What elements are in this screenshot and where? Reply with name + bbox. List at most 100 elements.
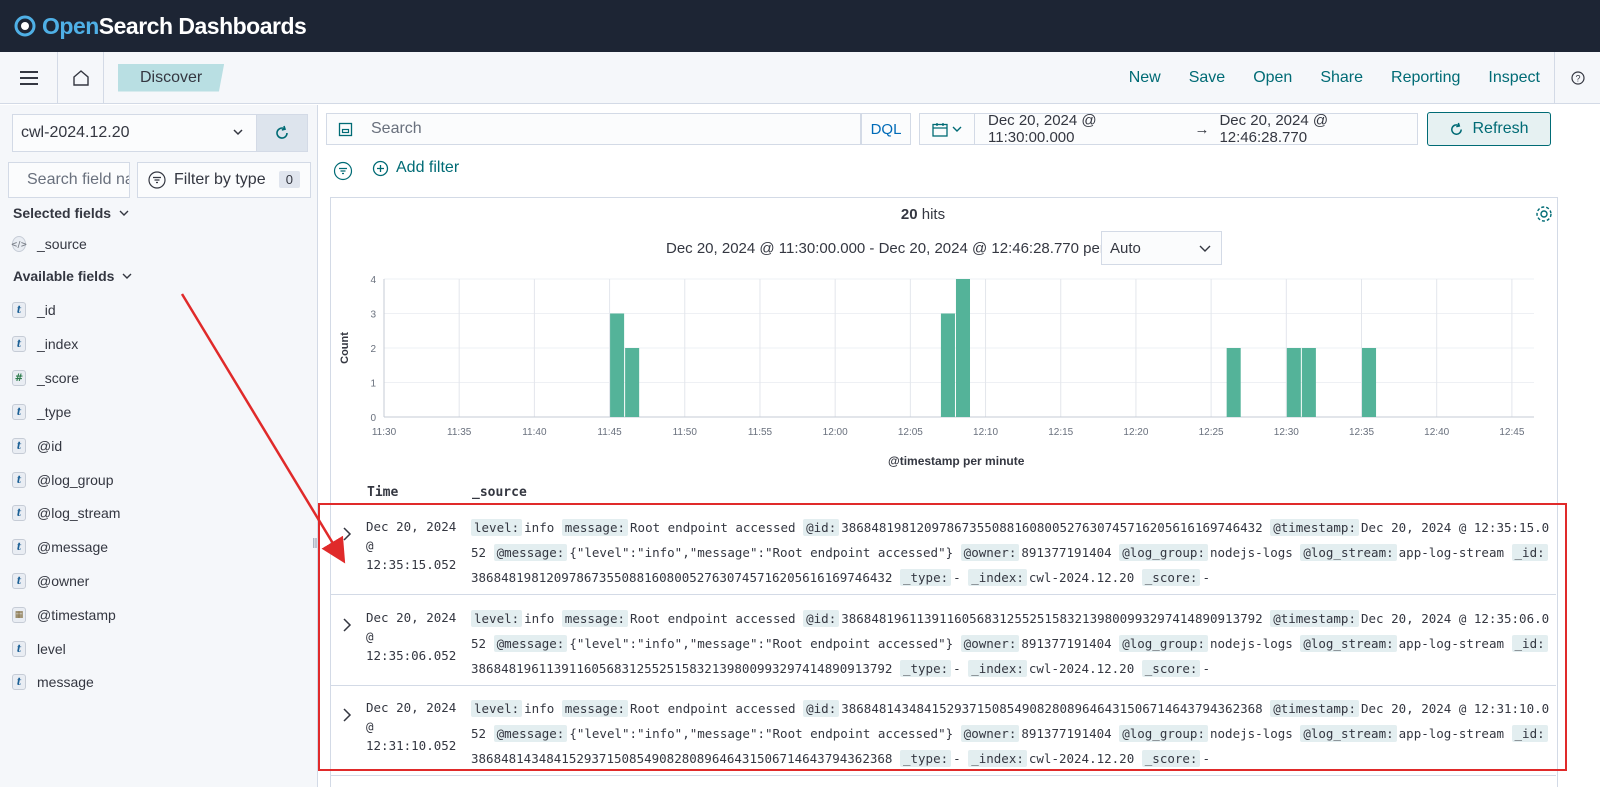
calendar-icon: ▦ (12, 607, 26, 623)
share-link[interactable]: Share (1320, 69, 1363, 87)
logo-prefix: Open (42, 12, 99, 39)
start-date[interactable]: Dec 20, 2024 @ 11:30:00.000 (988, 112, 1184, 146)
menu-button[interactable] (0, 51, 58, 104)
column-header-time[interactable]: Time (367, 485, 398, 500)
quick-date-menu[interactable] (919, 113, 975, 145)
index-pattern-value: cwl-2024.12.20 (21, 124, 130, 141)
available-fields-toggle[interactable]: Available fields (13, 268, 132, 284)
chevron-down-icon (1199, 245, 1211, 252)
string-field-icon: t (12, 438, 26, 454)
y-tick-label: 3 (370, 310, 376, 321)
field-search-input[interactable]: Search field names (8, 162, 130, 198)
chevron-down-icon (952, 126, 962, 132)
add-filter-label: Add filter (396, 159, 460, 176)
field-item[interactable]: t @message (12, 536, 108, 558)
y-tick-label: 2 (370, 344, 376, 355)
filter-by-type-button[interactable]: Filter by type 0 (137, 162, 311, 198)
field-item[interactable]: t @log_stream (12, 502, 120, 524)
string-field-icon: t (12, 505, 26, 521)
field-name: _score (37, 370, 80, 386)
y-tick-label: 1 (370, 379, 376, 390)
histogram-bar (1286, 348, 1301, 417)
interval-value: Auto (1110, 240, 1141, 257)
x-tick-label: 11:55 (748, 427, 773, 438)
field-item[interactable]: t @owner (12, 570, 89, 592)
index-pattern-select[interactable]: cwl-2024.12.20 (12, 114, 256, 152)
sidebar-resize-handle[interactable]: ‖ (312, 535, 318, 551)
refresh-button[interactable]: Refresh (1427, 112, 1551, 146)
logo-suffix: Search Dashboards (98, 12, 307, 39)
end-date[interactable]: Dec 20, 2024 @ 12:46:28.770 (1219, 112, 1417, 146)
open-link[interactable]: Open (1253, 69, 1292, 87)
query-language-toggle[interactable]: DQL (861, 113, 911, 145)
string-field-icon: t (12, 404, 26, 420)
new-link[interactable]: New (1129, 69, 1161, 87)
string-field-icon: t (12, 674, 26, 690)
x-tick-label: 12:45 (1499, 427, 1524, 438)
saved-queries-button[interactable] (326, 113, 364, 145)
histogram-bar (610, 313, 625, 417)
help-button[interactable]: ? (1554, 52, 1600, 104)
x-tick-label: 12:30 (1274, 427, 1299, 438)
field-name: @owner (37, 573, 90, 589)
available-fields-title: Available fields (13, 268, 115, 284)
histogram-bar (1362, 348, 1377, 417)
field-item-source[interactable]: </> _source (11, 233, 87, 255)
string-field-icon: t (12, 539, 26, 555)
refresh-icon (276, 125, 288, 139)
filter-by-type-label: Filter by type (174, 171, 266, 188)
field-item[interactable]: t _id (12, 299, 56, 321)
opensearch-logo[interactable]: OpenSearch Dashboards (14, 12, 307, 40)
svg-text:?: ? (1575, 74, 1580, 84)
chevron-down-icon (233, 129, 243, 136)
home-button[interactable] (58, 51, 104, 104)
field-name: @log_group (37, 472, 114, 488)
field-item[interactable]: t _index (12, 333, 78, 355)
x-tick-label: 11:50 (673, 427, 698, 438)
x-tick-label: 12:40 (1424, 427, 1449, 438)
x-tick-label: 12:10 (973, 427, 998, 438)
add-filter-button[interactable]: Add filter (372, 159, 459, 177)
save-link[interactable]: Save (1189, 69, 1225, 87)
column-header-source[interactable]: _source (472, 485, 527, 500)
field-name: @id (37, 438, 63, 454)
calendar-icon (932, 122, 948, 137)
home-icon (72, 70, 89, 86)
string-field-icon: t (12, 641, 26, 657)
refresh-index-button[interactable] (256, 114, 308, 152)
string-field-icon: t (12, 573, 26, 589)
x-tick-label: 12:05 (898, 427, 923, 438)
x-tick-label: 12:15 (1048, 427, 1073, 438)
nav-links: New Save Open Share Reporting Inspect (1129, 52, 1540, 104)
field-name: _source (37, 236, 87, 252)
field-name: @log_stream (37, 505, 121, 521)
field-item[interactable]: t level (12, 638, 66, 660)
field-item[interactable]: t _type (12, 401, 71, 423)
number-field-icon: # (12, 370, 26, 386)
field-item[interactable]: t message (12, 671, 94, 693)
search-query-input[interactable]: Search (363, 113, 861, 145)
x-tick-label: 11:35 (447, 427, 472, 438)
field-name: _id (37, 302, 56, 318)
opensearch-logo-icon (14, 15, 36, 37)
top-header: OpenSearch Dashboards (0, 0, 1600, 52)
filter-options-icon[interactable] (333, 161, 353, 181)
field-item[interactable]: t @log_group (12, 469, 114, 491)
field-item[interactable]: t @id (12, 435, 62, 457)
hits-count: 20 (900, 206, 918, 223)
help-icon: ? (1570, 71, 1585, 85)
field-item[interactable]: # _score (12, 367, 79, 389)
field-name: @timestamp (37, 607, 116, 623)
field-item[interactable]: ▦ @timestamp (12, 604, 116, 626)
x-tick-label: 12:00 (823, 427, 848, 438)
interval-select[interactable]: Auto (1101, 231, 1222, 265)
annotation-highlight-box (318, 503, 1567, 771)
date-range-picker[interactable]: Dec 20, 2024 @ 11:30:00.000 → Dec 20, 20… (975, 112, 1418, 146)
inspect-link[interactable]: Inspect (1488, 69, 1540, 87)
breadcrumb-discover[interactable]: Discover (118, 63, 225, 92)
x-axis-title: @timestamp per minute (888, 454, 1025, 468)
reporting-link[interactable]: Reporting (1391, 69, 1460, 87)
histogram-bar (955, 279, 971, 417)
string-field-icon: t (12, 472, 26, 488)
refresh-icon (1451, 122, 1463, 135)
